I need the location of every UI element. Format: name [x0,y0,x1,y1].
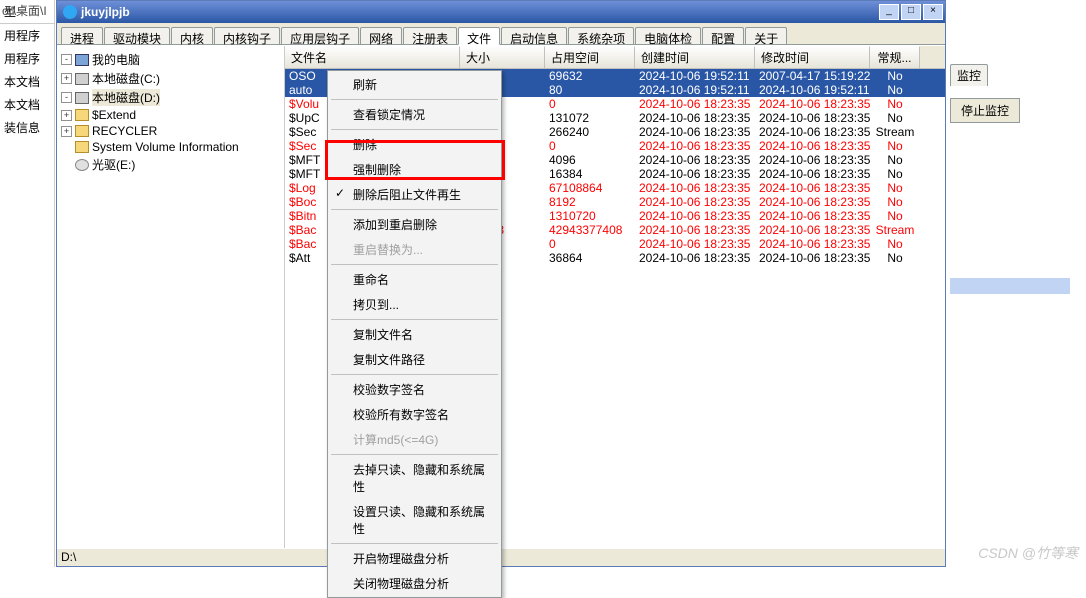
tree-root[interactable]: -我的电脑 [61,50,280,69]
menu-item[interactable]: 复制文件路径 [329,347,500,372]
sidebar-item[interactable]: 本文档 [0,93,54,116]
tree-node[interactable]: 光驱(E:) [61,155,280,174]
tab-6[interactable]: 注册表 [403,27,457,44]
menu-item[interactable]: 去掉只读、隐藏和系统属性 [329,457,500,499]
col-normal[interactable]: 常规... [870,46,920,68]
menu-item[interactable]: 校验所有数字签名 [329,402,500,427]
drive-tree[interactable]: -我的电脑+本地磁盘(C:)-本地磁盘(D:)+$Extend+RECYCLER… [57,46,285,548]
tree-node[interactable]: +$Extend [61,107,280,123]
background-right-panel: 监控 停止监控 [946,0,1086,567]
tree-node[interactable]: +RECYCLER [61,123,280,139]
tab-4[interactable]: 应用层钩子 [281,27,359,44]
file-list-header: 文件名 大小 占用空间 创建时间 修改时间 常规... [285,46,945,69]
sidebar-item[interactable]: 本文档 [0,70,54,93]
menu-item[interactable]: 设置只读、隐藏和系统属性 [329,499,500,541]
app-icon [63,5,77,19]
menu-item[interactable]: 强制删除 [329,157,500,182]
path-fragment: or\桌面\I [0,0,49,21]
menu-item[interactable]: 查看锁定情况 [329,102,500,127]
minimize-button[interactable]: _ [879,4,899,20]
tab-1[interactable]: 驱动模块 [104,27,170,44]
tree-node[interactable]: +本地磁盘(C:) [61,69,280,88]
tab-0[interactable]: 进程 [61,27,103,44]
stop-monitor-button[interactable]: 停止监控 [950,98,1020,123]
watermark: CSDN @竹等寒 [978,543,1078,563]
sidebar-item[interactable]: 装信息 [0,116,54,139]
tab-3[interactable]: 内核钩子 [214,27,280,44]
tab-9[interactable]: 系统杂项 [568,27,634,44]
tab-2[interactable]: 内核 [171,27,213,44]
menu-item: 计算md5(<=4G) [329,427,500,452]
window-title: jkuyjlpjb [81,5,877,19]
col-ctime[interactable]: 创建时间 [635,46,755,68]
tab-8[interactable]: 启动信息 [501,27,567,44]
menu-item[interactable]: 复制文件名 [329,322,500,347]
col-mtime[interactable]: 修改时间 [755,46,870,68]
main-tabstrip: 进程驱动模块内核内核钩子应用层钩子网络注册表文件启动信息系统杂项电脑体检配置关于 [57,23,945,45]
tab-5[interactable]: 网络 [360,27,402,44]
sidebar-item[interactable]: 用程序 [0,47,54,70]
menu-item[interactable]: 删除后阻止文件再生 [329,182,500,207]
tree-node[interactable]: -本地磁盘(D:) [61,88,280,107]
col-size[interactable]: 大小 [460,46,545,68]
maximize-button[interactable]: □ [901,4,921,20]
menu-item[interactable]: 拷贝到... [329,292,500,317]
menu-item[interactable]: 开启物理磁盘分析 [329,546,500,571]
menu-item: 重启替换为... [329,237,500,262]
tab-7[interactable]: 文件 [458,27,500,45]
menu-item[interactable]: 关闭物理磁盘分析 [329,571,500,596]
tab-monitor[interactable]: 监控 [950,64,988,86]
tab-12[interactable]: 关于 [745,27,787,44]
menu-item[interactable]: 添加到重启删除 [329,212,500,237]
close-button[interactable]: × [923,4,943,20]
tab-10[interactable]: 电脑体检 [635,27,701,44]
menu-item[interactable]: 重命名 [329,267,500,292]
menu-item[interactable]: 删除 [329,132,500,157]
col-filename[interactable]: 文件名 [285,46,460,68]
titlebar[interactable]: jkuyjlpjb _ □ × [57,1,945,23]
context-menu: 刷新查看锁定情况删除强制删除删除后阻止文件再生添加到重启删除重启替换为... 重命… [327,70,502,598]
menu-item[interactable]: 刷新 [329,72,500,97]
tab-11[interactable]: 配置 [702,27,744,44]
background-sidebar: 型 用程序用程序本文档本文档装信息 [0,0,55,567]
tree-node[interactable]: System Volume Information [61,139,280,155]
col-used[interactable]: 占用空间 [545,46,635,68]
sidebar-item[interactable]: 用程序 [0,24,54,47]
highlighted-row [950,278,1070,294]
menu-item[interactable]: 校验数字签名 [329,377,500,402]
